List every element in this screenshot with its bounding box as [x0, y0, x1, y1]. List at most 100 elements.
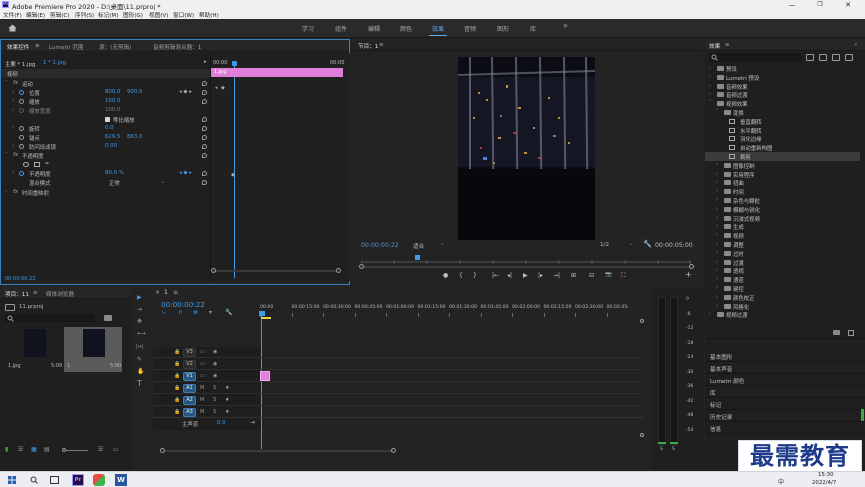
hand-tool-icon[interactable]: ✋ — [137, 369, 144, 375]
timeline-menu-icon[interactable]: ≡ — [173, 289, 178, 296]
anchor-x-value[interactable]: 629.5 — [105, 134, 120, 140]
panel-lumetri-color[interactable]: Lumetri 颜色 — [705, 374, 865, 386]
trash-icon[interactable] — [848, 330, 854, 336]
keyframe-marker-icon[interactable]: ◂ — [215, 85, 218, 91]
freeform-view-icon[interactable]: ▤ — [44, 447, 50, 453]
chevron-right-icon[interactable]: › — [716, 215, 718, 221]
new-bin-icon[interactable] — [104, 315, 112, 321]
reset-icon[interactable] — [202, 180, 207, 185]
track-target-toggle[interactable]: A1 — [183, 384, 196, 393]
effect-tree-item[interactable]: 羽化边缘 — [705, 134, 860, 143]
ime-indicator[interactable]: 中 — [778, 477, 784, 486]
collapse-chevron-icon[interactable]: ▸ — [204, 59, 207, 65]
track-lock-icon[interactable]: 🔒 — [174, 361, 180, 367]
lift-button[interactable]: ⊞ — [571, 272, 576, 279]
effects-title[interactable]: 效果 — [709, 42, 720, 50]
project-item[interactable]: 1.jpg 5:00 — [5, 327, 62, 372]
ripple-edit-tool-icon[interactable]: ✥ — [137, 319, 142, 325]
track-lock-icon[interactable]: 🔒 — [174, 409, 180, 415]
project-menu-icon[interactable]: ≡ — [33, 290, 38, 296]
effect-tree-item[interactable]: › 键控 — [705, 284, 860, 293]
maximize-button[interactable]: ❐ — [808, 0, 832, 10]
effect-tree-item[interactable]: › 视频过渡 — [705, 310, 860, 319]
reset-icon[interactable] — [202, 171, 207, 176]
panel-libraries[interactable]: 库 — [705, 386, 865, 398]
position-y-value[interactable]: 900.0 — [127, 89, 142, 95]
keyframe-marker-icon[interactable]: ◆ — [231, 172, 235, 178]
uniform-scale-checkbox[interactable] — [105, 117, 110, 122]
tab-lumetri-scopes[interactable]: Lumetri 范围 — [49, 43, 83, 51]
track-lock-icon[interactable]: 🔒 — [174, 397, 180, 403]
tab-project[interactable]: 项目：11 — [5, 290, 29, 298]
workspace-audio[interactable]: 音频 — [464, 24, 476, 33]
chevron-right-icon[interactable]: › — [716, 303, 718, 309]
workspace-more-button[interactable]: » — [563, 21, 568, 30]
timeline-playhead-handle[interactable] — [259, 311, 265, 316]
ec-scroll-handle-left[interactable] — [211, 268, 216, 273]
zoom-handle-right[interactable] — [689, 264, 694, 269]
clock-time[interactable]: 15:30 — [818, 472, 834, 478]
stopwatch-icon[interactable] — [19, 126, 24, 131]
ellipse-mask-icon[interactable] — [23, 162, 29, 167]
effect-tree-item[interactable]: 水平翻转 — [705, 126, 860, 135]
timeline-timecode[interactable]: 00:00:00:22 — [161, 300, 205, 309]
minimize-button[interactable]: — — [780, 0, 804, 10]
close-button[interactable]: ✕ — [836, 0, 860, 10]
effect-tree-item[interactable]: › Lumetri 预设 — [705, 73, 860, 82]
panel-essential-sound[interactable]: 基本声音 — [705, 362, 865, 374]
menu-window[interactable]: 窗口(W) — [173, 11, 194, 19]
menu-sequence[interactable]: 序列(S) — [75, 11, 94, 19]
chevron-right-icon[interactable]: › — [716, 259, 718, 265]
work-area-bar[interactable] — [261, 317, 271, 319]
menu-help[interactable]: 帮助(H) — [199, 11, 219, 19]
chevron-right-icon[interactable]: › — [709, 65, 711, 71]
timeline-ruler[interactable]: 00:00 00:00:15:00 00:00:30:00 00:00:45:00 00… — [260, 303, 638, 317]
effects-menu-icon[interactable]: ≡ — [725, 42, 730, 48]
task-view-icon[interactable] — [50, 476, 59, 484]
eye-icon[interactable]: ◉ — [213, 373, 217, 379]
workspace-graphics[interactable]: 图形 — [497, 24, 509, 33]
chevron-right-icon[interactable]: › — [716, 223, 718, 229]
effect-tree-item[interactable]: 垂直翻转 — [705, 117, 860, 126]
icon-view-icon[interactable]: ▦ — [31, 447, 37, 453]
workspace-assembly[interactable]: 组件 — [335, 24, 347, 33]
panel-essential-graphics[interactable]: 基本图形 — [705, 350, 865, 362]
solo-right-button[interactable]: S — [672, 447, 675, 452]
type-tool-icon[interactable]: T — [137, 380, 142, 388]
effect-tree-item[interactable]: › 通道 — [705, 275, 860, 284]
effect-tree-item[interactable]: › 过渡 — [705, 258, 860, 267]
effect-tree-item[interactable]: › 颜色校正 — [705, 293, 860, 302]
menu-view[interactable]: 视图(V) — [149, 11, 168, 19]
effect-tree-item[interactable]: ˅ 变换 — [705, 108, 860, 117]
chevron-right-icon[interactable]: › — [716, 232, 718, 238]
resolution-select[interactable]: 1/2 — [600, 242, 609, 248]
scale-value[interactable]: 100.0 — [105, 98, 120, 104]
program-zoom-bar[interactable] — [361, 266, 691, 268]
yuv-effects-icon[interactable] — [832, 54, 840, 61]
mute-button[interactable]: M — [200, 397, 204, 403]
effect-tree-item[interactable]: › 风格化 — [705, 302, 860, 311]
video-frame[interactable] — [458, 57, 595, 240]
project-item-selected[interactable]: 1 5:00 — [64, 327, 122, 372]
program-timecode[interactable]: 00:00:00:22 — [361, 242, 399, 249]
eye-icon[interactable]: ◉ — [213, 349, 217, 355]
chevron-right-icon[interactable]: › — [709, 311, 711, 317]
clock-date[interactable]: 2022/4/7 — [812, 480, 836, 486]
eye-icon[interactable]: ◉ — [213, 361, 217, 367]
sync-lock-icon[interactable]: ▭ — [200, 349, 205, 355]
chevron-right-icon[interactable]: › — [716, 285, 718, 291]
sync-lock-icon[interactable]: ▭ — [200, 373, 205, 379]
panel-markers[interactable]: 标记 — [705, 398, 865, 410]
home-icon[interactable] — [8, 24, 17, 32]
mark-out-button[interactable]: } — [473, 272, 477, 279]
effects-more-button[interactable]: » — [854, 42, 857, 48]
chevron-right-icon[interactable]: › — [709, 91, 711, 97]
effect-tree-item[interactable]: 自动重新构图 — [705, 143, 860, 152]
chevron-down-icon[interactable]: ⌄ — [440, 241, 444, 247]
master-volume[interactable]: 0.0 — [217, 420, 226, 426]
solo-left-button[interactable]: S — [660, 447, 663, 452]
32bit-effects-icon[interactable] — [819, 54, 827, 61]
chevron-down-icon[interactable]: ⌄ — [161, 179, 166, 185]
menu-file[interactable]: 文件(F) — [3, 11, 22, 19]
program-title[interactable]: 节目：1 — [358, 42, 378, 50]
